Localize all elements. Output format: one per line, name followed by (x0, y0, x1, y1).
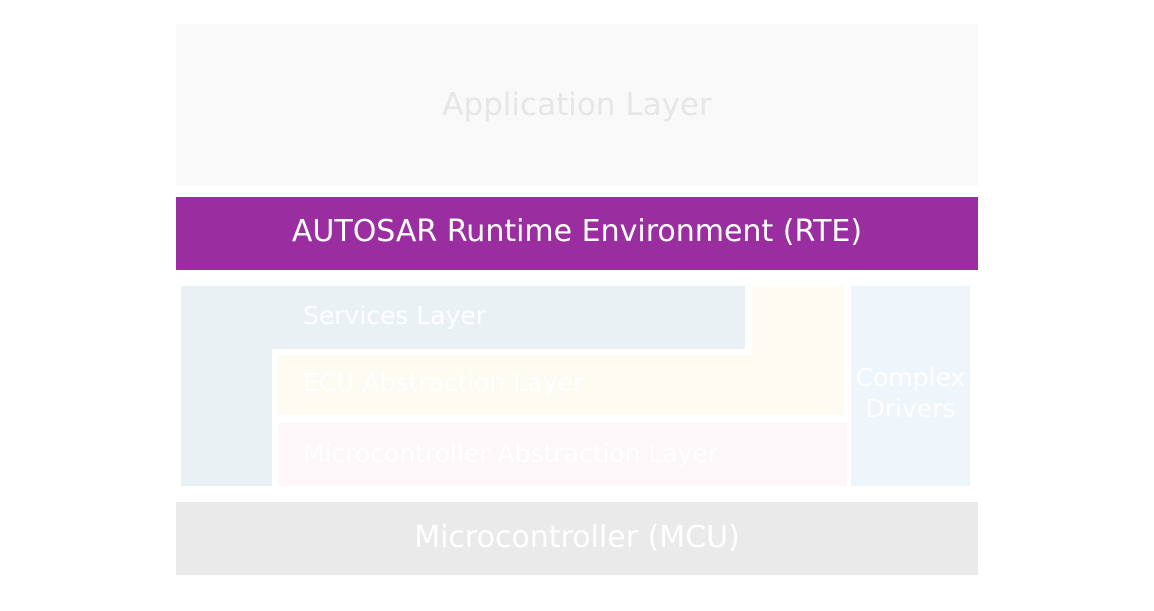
application-layer-block: Application Layer (176, 24, 978, 186)
microcontroller-label: Microcontroller (MCU) (414, 519, 740, 555)
rte-label: AUTOSAR Runtime Environment (RTE) (291, 213, 863, 249)
services-layer-label: Services Layer (303, 301, 487, 330)
application-layer-label: Application Layer (442, 86, 712, 123)
microcontroller-block: Microcontroller (MCU) (176, 502, 978, 575)
ecu-abstraction-layer-label: ECU Abstraction Layer (303, 368, 584, 397)
complex-drivers-label: Complex Drivers (855, 363, 966, 423)
mcal-label: Microcontroller Abstraction Layer (303, 439, 719, 468)
services-layer-column (181, 286, 272, 486)
rte-block: AUTOSAR Runtime Environment (RTE) (176, 197, 978, 270)
